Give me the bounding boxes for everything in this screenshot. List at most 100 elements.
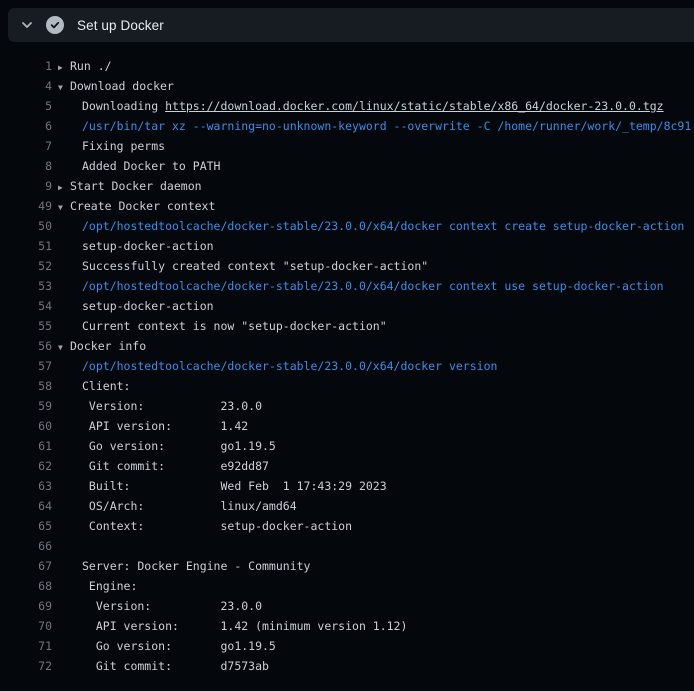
log-url-link[interactable]: https://download.docker.com/linux/static…	[165, 99, 664, 113]
log-line: 71 Go version: go1.19.5	[0, 636, 694, 656]
line-number-link[interactable]: 63	[0, 476, 52, 496]
log-line: 53/opt/hostedtoolcache/docker-stable/23.…	[0, 276, 694, 296]
log-line: 50/opt/hostedtoolcache/docker-stable/23.…	[0, 216, 694, 236]
log-line[interactable]: 1 ▶Run ./	[0, 56, 694, 76]
line-number-link[interactable]: 6	[0, 116, 52, 136]
line-number-link[interactable]: 54	[0, 296, 52, 316]
log-line: 68 Engine:	[0, 576, 694, 596]
line-number-link[interactable]: 67	[0, 556, 52, 576]
log-text: Successfully created context "setup-dock…	[58, 256, 428, 276]
log-text-prefix: Downloading	[82, 99, 165, 113]
expand-triangle-icon[interactable]: ▶	[58, 58, 70, 76]
log-line[interactable]: 4 ▼Download docker	[0, 76, 694, 96]
log-text: Git commit: e92dd87	[58, 456, 269, 476]
log-text: Go version: go1.19.5	[58, 636, 276, 656]
line-number-link[interactable]: 64	[0, 496, 52, 516]
group-title-label: Download docker	[70, 79, 174, 93]
line-number-link[interactable]: 70	[0, 616, 52, 636]
log-line: 67 Server: Docker Engine - Community	[0, 556, 694, 576]
line-number-link[interactable]: 50	[0, 216, 52, 236]
log-text: Fixing perms	[58, 136, 165, 156]
step-title: Set up Docker	[77, 18, 164, 33]
log-command-text: /usr/bin/tar xz --warning=no-unknown-key…	[58, 116, 691, 136]
log-line[interactable]: 49 ▼Create Docker context	[0, 196, 694, 216]
log-line: 7 Fixing perms	[0, 136, 694, 156]
log-text: API version: 1.42	[58, 416, 248, 436]
collapse-triangle-icon[interactable]: ▼	[58, 198, 70, 216]
collapse-triangle-icon[interactable]: ▼	[58, 78, 70, 96]
line-number-link[interactable]: 4	[0, 76, 52, 96]
collapse-triangle-icon[interactable]: ▼	[58, 338, 70, 356]
log-text: Client:	[58, 376, 130, 396]
group-title-label: Docker info	[70, 339, 146, 353]
log-line[interactable]: 9 ▶Start Docker daemon	[0, 176, 694, 196]
group-title: ▶Run ./	[58, 56, 112, 76]
log-line: 5 Downloading https://download.docker.com…	[0, 96, 694, 116]
group-title: ▼Create Docker context	[58, 196, 215, 216]
log-line: 8 Added Docker to PATH	[0, 156, 694, 176]
log-command-text: /opt/hostedtoolcache/docker-stable/23.0.…	[58, 276, 664, 296]
log-viewer: 1▶Run ./4▼Download docker5Downloading ht…	[0, 56, 694, 676]
line-number-link[interactable]: 52	[0, 256, 52, 276]
line-number-link[interactable]: 8	[0, 156, 52, 176]
log-line: 61 Go version: go1.19.5	[0, 436, 694, 456]
log-text: Context: setup-docker-action	[58, 516, 352, 536]
group-title: ▶Start Docker daemon	[58, 176, 202, 196]
log-text: Engine:	[58, 576, 137, 596]
log-line: 52 Successfully created context "setup-do…	[0, 256, 694, 276]
line-number-link[interactable]: 69	[0, 596, 52, 616]
log-line: 66	[0, 536, 694, 556]
check-circle-icon	[46, 16, 64, 34]
log-line: 72 Git commit: d7573ab	[0, 656, 694, 676]
log-text: Current context is now "setup-docker-act…	[58, 316, 387, 336]
log-line: 60 API version: 1.42	[0, 416, 694, 436]
log-line: 69 Version: 23.0.0	[0, 596, 694, 616]
line-number-link[interactable]: 58	[0, 376, 52, 396]
log-text: Version: 23.0.0	[58, 396, 262, 416]
line-number-link[interactable]: 55	[0, 316, 52, 336]
expand-triangle-icon[interactable]: ▶	[58, 178, 70, 196]
chevron-down-icon[interactable]	[16, 14, 38, 36]
log-text: Server: Docker Engine - Community	[58, 556, 310, 576]
log-line: 65 Context: setup-docker-action	[0, 516, 694, 536]
log-text: Added Docker to PATH	[58, 156, 220, 176]
line-number-link[interactable]: 51	[0, 236, 52, 256]
log-text: API version: 1.42 (minimum version 1.12)	[58, 616, 407, 636]
line-number-link[interactable]: 49	[0, 196, 52, 216]
line-number-link[interactable]: 53	[0, 276, 52, 296]
group-title-label: Create Docker context	[70, 199, 215, 213]
log-command-text: /opt/hostedtoolcache/docker-stable/23.0.…	[58, 216, 684, 236]
group-title: ▼Docker info	[58, 336, 146, 356]
log-text	[58, 536, 82, 556]
group-title: ▼Download docker	[58, 76, 174, 96]
line-number-link[interactable]: 60	[0, 416, 52, 436]
line-number-link[interactable]: 61	[0, 436, 52, 456]
line-number-link[interactable]: 57	[0, 356, 52, 376]
log-line: 54 setup-docker-action	[0, 296, 694, 316]
step-group-header[interactable]: Set up Docker	[8, 8, 694, 42]
log-text: Go version: go1.19.5	[58, 436, 276, 456]
line-number-link[interactable]: 68	[0, 576, 52, 596]
line-number-link[interactable]: 65	[0, 516, 52, 536]
line-number-link[interactable]: 7	[0, 136, 52, 156]
log-text: Downloading https://download.docker.com/…	[58, 96, 664, 116]
group-title-label: Start Docker daemon	[70, 179, 202, 193]
log-line[interactable]: 56 ▼Docker info	[0, 336, 694, 356]
log-line: 51setup-docker-action	[0, 236, 694, 256]
log-text: Version: 23.0.0	[58, 596, 262, 616]
line-number-link[interactable]: 59	[0, 396, 52, 416]
line-number-link[interactable]: 66	[0, 536, 52, 556]
log-text: Git commit: d7573ab	[58, 656, 269, 676]
line-number-link[interactable]: 71	[0, 636, 52, 656]
line-number-link[interactable]: 9	[0, 176, 52, 196]
line-number-link[interactable]: 62	[0, 456, 52, 476]
line-number-link[interactable]: 72	[0, 656, 52, 676]
log-text: OS/Arch: linux/amd64	[58, 496, 297, 516]
line-number-link[interactable]: 56	[0, 336, 52, 356]
line-number-link[interactable]: 5	[0, 96, 52, 116]
line-number-link[interactable]: 1	[0, 56, 52, 76]
log-line: 57/opt/hostedtoolcache/docker-stable/23.…	[0, 356, 694, 376]
log-line: 64 OS/Arch: linux/amd64	[0, 496, 694, 516]
log-text: setup-docker-action	[58, 296, 214, 316]
log-line: 58 Client:	[0, 376, 694, 396]
